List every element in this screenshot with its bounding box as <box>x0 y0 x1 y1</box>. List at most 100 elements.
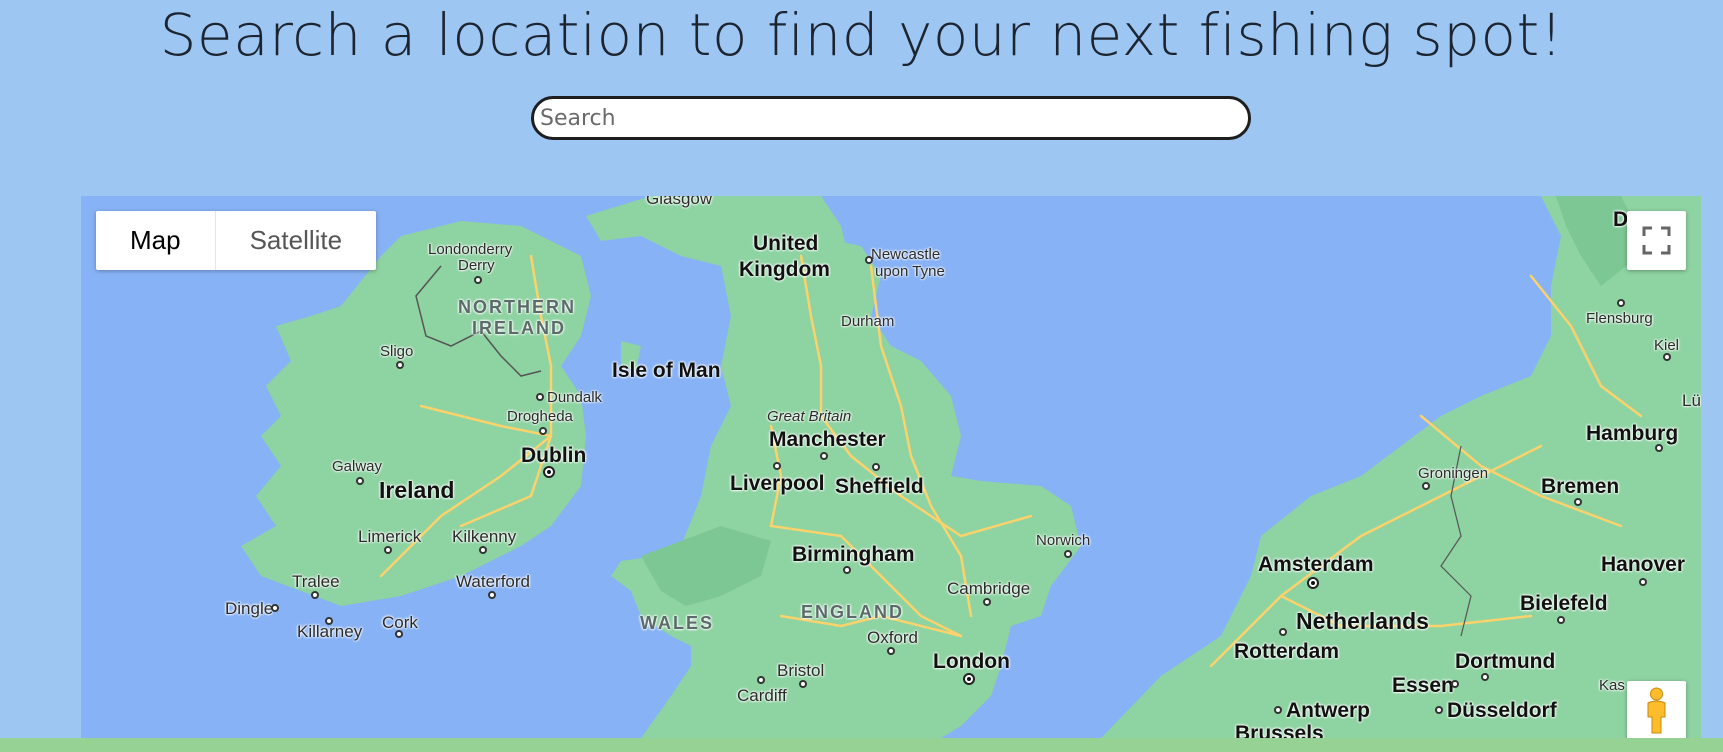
map-marker-dusseldorf <box>1435 706 1443 714</box>
map-label-londonderry-line2: Derry <box>458 257 495 274</box>
map-marker-hanover <box>1639 578 1647 586</box>
map-marker-dingle <box>271 604 279 612</box>
map-label-cambridge: Cambridge <box>947 579 1031 598</box>
map-label-united-kingdom-line2: Kingdom <box>739 258 830 281</box>
map-label-galway: Galway <box>332 458 383 475</box>
fullscreen-button[interactable] <box>1627 211 1686 270</box>
map-label-kilkenny: Kilkenny <box>452 527 517 546</box>
map-label-dundalk: Dundalk <box>547 389 603 406</box>
map-label-bielefeld: Bielefeld <box>1520 592 1608 615</box>
map-marker-dundalk <box>536 393 544 401</box>
map-label-lub: Lüb <box>1682 391 1701 410</box>
page-title: Search a location to find your next fish… <box>159 1 1564 69</box>
map-marker-oxford <box>887 647 895 655</box>
map-label-northern-ireland-line2: IRELAND <box>472 318 566 338</box>
map-marker-limerick <box>384 546 392 554</box>
map-label-limerick: Limerick <box>358 527 422 546</box>
map-marker-cambridge <box>983 598 991 606</box>
map-label-hanover: Hanover <box>1601 553 1686 576</box>
map-view[interactable]: Glasgow United Kingdom Newcastle upon Ty… <box>81 196 1701 738</box>
map-label-newcastle-line1: Newcastle <box>871 246 941 263</box>
map-marker-london <box>963 673 975 685</box>
map-marker-newcastle <box>865 256 873 264</box>
map-label-essen: Essen <box>1392 674 1454 697</box>
pegman-icon <box>1647 687 1666 734</box>
fullscreen-icon <box>1642 226 1671 255</box>
map-label-northern-ireland-line1: NORTHERN <box>458 297 576 317</box>
map-label-united-kingdom-line1: United <box>753 232 819 255</box>
map-marker-bielefeld <box>1557 616 1565 624</box>
map-label-hamburg: Hamburg <box>1586 422 1679 445</box>
map-type-satellite-button[interactable]: Satellite <box>216 211 377 270</box>
map-marker-killarney <box>325 617 333 625</box>
map-label-england: ENGLAND <box>801 602 904 622</box>
map-label-antwerp: Antwerp <box>1286 699 1370 722</box>
map-label-waterford: Waterford <box>456 572 531 591</box>
map-label-netherlands: Netherlands <box>1296 608 1429 634</box>
map-label-tralee: Tralee <box>292 572 340 591</box>
map-marker-norwich <box>1064 550 1072 558</box>
map-label-dublin: Dublin <box>521 444 587 467</box>
map-label-groningen: Groningen <box>1418 465 1489 482</box>
map-marker-drogheda <box>539 427 547 435</box>
map-label-great-britain: Great Britain <box>767 408 852 425</box>
map-marker-dublin <box>543 466 555 478</box>
map-type-map-button[interactable]: Map <box>96 211 216 270</box>
map-label-flensburg: Flensburg <box>1586 310 1653 327</box>
map-label-drogheda: Drogheda <box>507 408 573 425</box>
map-marker-dortmund <box>1481 673 1489 681</box>
map-label-manchester: Manchester <box>769 428 886 451</box>
street-view-button[interactable] <box>1627 681 1686 738</box>
map-marker-amsterdam <box>1307 577 1319 589</box>
map-marker-liverpool <box>773 462 781 470</box>
map-label-ireland: Ireland <box>379 477 455 503</box>
map-marker-essen <box>1451 680 1459 688</box>
map-label-sligo: Sligo <box>380 343 414 360</box>
map-marker-flensburg <box>1617 299 1625 307</box>
map-label-dortmund: Dortmund <box>1455 650 1556 673</box>
map-label-wales: WALES <box>640 613 715 633</box>
search-input[interactable] <box>531 96 1251 140</box>
map-label-dusseldorf: Düsseldorf <box>1447 699 1557 722</box>
map-label-glasgow: Glasgow <box>646 196 713 208</box>
map-label-oxford: Oxford <box>867 628 919 647</box>
map-marker-kiel <box>1663 353 1671 361</box>
map-label-kas: Kas <box>1599 677 1625 694</box>
map-marker-londonderry <box>474 276 482 284</box>
map-marker-antwerp <box>1274 706 1282 714</box>
map-label-londonderry-line1: Londonderry <box>428 241 513 258</box>
map-label-kiel: Kiel <box>1654 337 1680 354</box>
map-marker-cardiff <box>757 676 765 684</box>
map-label-bremen: Bremen <box>1541 475 1620 498</box>
map-label-cork: Cork <box>382 613 418 632</box>
map-label-bristol: Bristol <box>777 661 825 680</box>
map-label-cardiff: Cardiff <box>737 686 787 705</box>
search-box <box>531 96 1251 140</box>
map-marker-kilkenny <box>479 546 487 554</box>
map-marker-manchester <box>820 452 828 460</box>
map-label-birmingham: Birmingham <box>792 543 915 566</box>
map-label-london: London <box>933 650 1010 673</box>
footer-bar <box>0 738 1723 752</box>
map-label-sheffield: Sheffield <box>835 475 924 498</box>
map-label-killarney: Killarney <box>297 622 363 641</box>
map-marker-hamburg <box>1655 444 1663 452</box>
map-marker-bristol <box>799 680 807 688</box>
map-marker-bremen <box>1574 498 1582 506</box>
map-marker-rotterdam <box>1279 628 1287 636</box>
map-label-rotterdam: Rotterdam <box>1234 640 1340 663</box>
map-label-isle-of-man: Isle of Man <box>612 359 721 382</box>
map-marker-groningen <box>1422 482 1430 490</box>
map-marker-tralee <box>311 591 319 599</box>
map-label-durham: Durham <box>841 313 895 330</box>
map-label-brussels: Brussels <box>1235 722 1324 738</box>
map-label-norwich: Norwich <box>1036 532 1091 549</box>
map-label-amsterdam: Amsterdam <box>1258 553 1374 576</box>
map-marker-sheffield <box>872 463 880 471</box>
map-marker-galway <box>356 477 364 485</box>
map-type-control: Map Satellite <box>96 211 377 270</box>
map-label-dingle: Dingle <box>225 599 274 618</box>
map-marker-cork <box>395 630 403 638</box>
map-label-newcastle-line2: upon Tyne <box>875 263 945 280</box>
map-marker-sligo <box>396 361 404 369</box>
